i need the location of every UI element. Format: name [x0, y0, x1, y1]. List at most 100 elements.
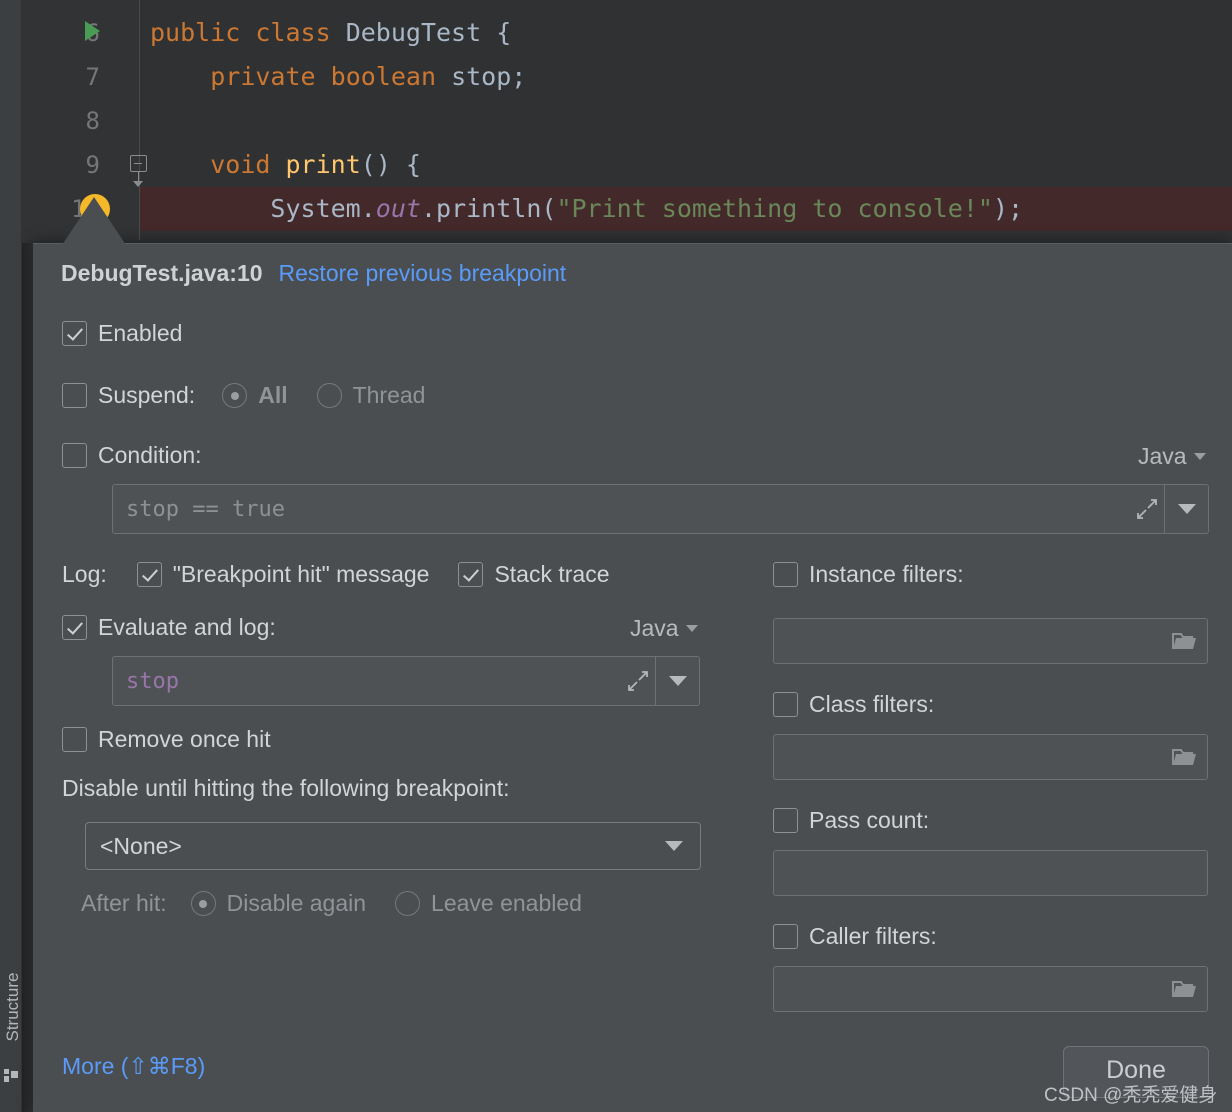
code-token: {: [481, 18, 511, 47]
class-filters-checkbox[interactable]: [773, 692, 798, 717]
condition-language-selector[interactable]: Java: [1138, 443, 1206, 470]
disable-until-selected-value: <None>: [86, 833, 648, 860]
code-token: [436, 62, 451, 91]
instance-filters-row[interactable]: Instance filters:: [773, 561, 964, 588]
code-fold-tip-icon: [133, 181, 143, 187]
log-row: Log: "Breakpoint hit" message Stack trac…: [62, 561, 610, 588]
breakpoint-location-title: DebugTest.java:10: [61, 260, 263, 287]
after-hit-leave-enabled-label: Leave enabled: [431, 890, 582, 917]
code-token: .: [361, 194, 376, 223]
code-token: println: [436, 194, 541, 223]
code-token: System: [270, 194, 360, 223]
folder-icon[interactable]: [1161, 746, 1207, 768]
instance-filters-label: Instance filters:: [809, 561, 964, 588]
remove-once-hit-row[interactable]: Remove once hit: [62, 726, 271, 753]
screen-root: 6 7 8 9 10 public class DebugTest { priv…: [0, 0, 1232, 1112]
restore-previous-breakpoint-link[interactable]: Restore previous breakpoint: [279, 260, 567, 287]
condition-row[interactable]: Condition:: [62, 442, 202, 469]
expand-editor-icon[interactable]: [621, 657, 655, 705]
after-hit-disable-again-label: Disable again: [227, 890, 366, 917]
suspend-thread-label: Thread: [353, 382, 426, 409]
class-filters-row[interactable]: Class filters:: [773, 691, 934, 718]
editor-left-toolstrip: [0, 0, 22, 1112]
code-token: [150, 62, 210, 91]
breakpoint-settings-dialog: DebugTest.java:10 Restore previous break…: [33, 243, 1232, 1112]
pass-count-checkbox[interactable]: [773, 808, 798, 833]
chevron-down-icon: [1178, 504, 1196, 514]
pass-count-field[interactable]: [773, 850, 1208, 896]
suspend-row[interactable]: Suspend: All Thread: [62, 382, 425, 409]
suspend-thread-radio[interactable]: [317, 383, 342, 408]
after-hit-row: After hit: Disable again Leave enabled: [81, 890, 582, 917]
folder-icon[interactable]: [1161, 978, 1207, 1000]
log-stack-trace-checkbox[interactable]: [458, 562, 483, 587]
line-number: 9: [30, 143, 100, 187]
caller-filters-checkbox[interactable]: [773, 924, 798, 949]
suspend-checkbox[interactable]: [62, 383, 87, 408]
condition-checkbox[interactable]: [62, 443, 87, 468]
code-token: (: [541, 194, 556, 223]
evaluate-expression-value: stop: [113, 669, 621, 694]
chevron-down-icon: [686, 625, 698, 632]
condition-language-label: Java: [1138, 443, 1187, 470]
remove-once-hit-label: Remove once hit: [98, 726, 271, 753]
structure-icon: [4, 1069, 18, 1083]
condition-label: Condition:: [98, 442, 202, 469]
condition-history-dropdown[interactable]: [1164, 485, 1208, 533]
pass-count-row[interactable]: Pass count:: [773, 807, 929, 834]
code-token: .: [421, 194, 436, 223]
dialog-left-shadow: [22, 243, 33, 1112]
pass-count-label: Pass count:: [809, 807, 929, 834]
line-number: 8: [30, 99, 100, 143]
popup-pointer: [62, 197, 126, 245]
class-filters-label: Class filters:: [809, 691, 934, 718]
instance-filters-field[interactable]: [773, 618, 1208, 664]
evaluate-and-log-label: Evaluate and log:: [98, 614, 276, 641]
code-line: public class DebugTest {: [150, 11, 1232, 55]
after-hit-disable-again-radio[interactable]: [191, 891, 216, 916]
chevron-down-icon: [665, 841, 683, 851]
class-filters-field[interactable]: [773, 734, 1208, 780]
code-token: boolean: [331, 62, 436, 91]
caller-filters-row[interactable]: Caller filters:: [773, 923, 937, 950]
expand-editor-icon[interactable]: [1130, 485, 1164, 533]
code-token: [331, 18, 346, 47]
log-breakpoint-hit-message-checkbox[interactable]: [137, 562, 162, 587]
instance-filters-checkbox[interactable]: [773, 562, 798, 587]
folder-icon[interactable]: [1161, 630, 1207, 652]
code-token: ;: [511, 62, 526, 91]
code-token: [316, 62, 331, 91]
code-token: () {: [361, 150, 421, 179]
enabled-label: Enabled: [98, 320, 182, 347]
log-label: Log:: [62, 561, 107, 588]
evaluate-history-dropdown[interactable]: [655, 657, 699, 705]
line-number: 7: [30, 55, 100, 99]
evaluate-and-log-row[interactable]: Evaluate and log:: [62, 614, 276, 641]
evaluate-expression-field[interactable]: stop: [112, 656, 700, 706]
code-token: private: [210, 62, 315, 91]
enabled-checkbox[interactable]: [62, 321, 87, 346]
combo-arrow[interactable]: [648, 841, 700, 851]
code-line: void print() {: [150, 143, 1232, 187]
sidebar-item-structure[interactable]: Structure: [0, 955, 22, 1095]
code-token: DebugTest: [346, 18, 481, 47]
code-line: System.out.println("Print something to c…: [150, 187, 1232, 231]
evaluate-language-selector[interactable]: Java: [630, 615, 698, 642]
more-settings-link[interactable]: More (⇧⌘F8): [62, 1053, 205, 1080]
disable-until-breakpoint-combo[interactable]: <None>: [85, 822, 701, 870]
disable-until-row: Disable until hitting the following brea…: [62, 775, 510, 802]
code-token: [240, 18, 255, 47]
condition-expression-field[interactable]: stop == true: [112, 484, 1209, 534]
remove-once-hit-checkbox[interactable]: [62, 727, 87, 752]
evaluate-and-log-checkbox[interactable]: [62, 615, 87, 640]
condition-expression-placeholder: stop == true: [113, 497, 1130, 522]
gutter-divider: [139, 0, 140, 240]
log-breakpoint-hit-message-label: "Breakpoint hit" message: [173, 561, 430, 588]
after-hit-leave-enabled-radio[interactable]: [395, 891, 420, 916]
suspend-all-radio[interactable]: [222, 383, 247, 408]
disable-until-label: Disable until hitting the following brea…: [62, 775, 510, 802]
caller-filters-field[interactable]: [773, 966, 1208, 1012]
code-fold-collapse-icon[interactable]: [130, 155, 147, 172]
run-arrow-icon[interactable]: [85, 21, 100, 41]
enabled-row[interactable]: Enabled: [62, 320, 182, 347]
